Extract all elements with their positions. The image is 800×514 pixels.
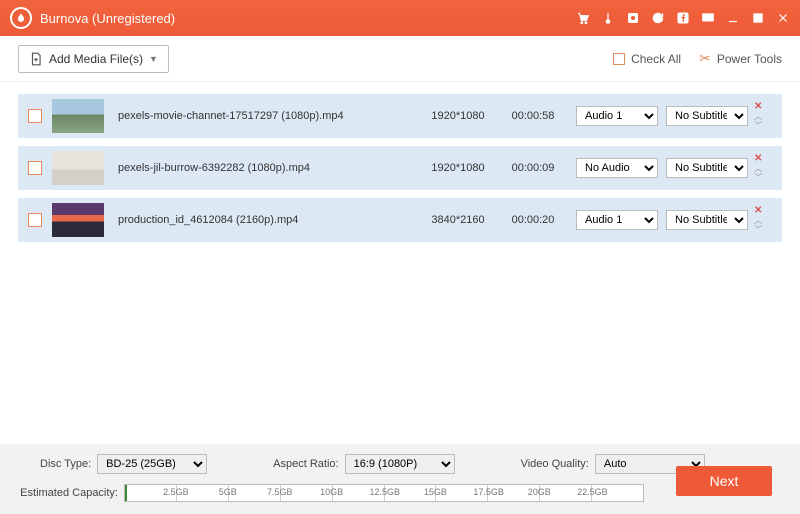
- duration: 00:00:58: [498, 110, 568, 122]
- audio-select[interactable]: Audio 1: [576, 106, 658, 126]
- remove-icon[interactable]: ✕: [754, 154, 762, 164]
- disc-type-label: Disc Type:: [40, 458, 91, 470]
- close-icon[interactable]: [775, 11, 790, 26]
- chevron-down-icon: ▼: [149, 54, 158, 64]
- tools-icon: ✂: [699, 50, 711, 67]
- capacity-tick: 2.5GB: [125, 485, 177, 501]
- audio-select[interactable]: Audio 1: [576, 210, 658, 230]
- capacity-tick: 7.5GB: [229, 485, 281, 501]
- filename: pexels-jil-burrow-6392282 (1080p).mp4: [118, 162, 418, 174]
- duration: 00:00:09: [498, 162, 568, 174]
- subtitle-select[interactable]: No Subtitle: [666, 158, 748, 178]
- duration: 00:00:20: [498, 214, 568, 226]
- capacity-tick: 20GB: [488, 485, 540, 501]
- item-checkbox[interactable]: [28, 161, 42, 175]
- thumbnail: [52, 203, 104, 237]
- item-checkbox[interactable]: [28, 213, 42, 227]
- resolution: 1920*1080: [418, 110, 498, 122]
- resolution: 1920*1080: [418, 162, 498, 174]
- app-logo: [10, 7, 32, 29]
- power-tools-button[interactable]: ✂ Power Tools: [699, 50, 782, 67]
- facebook-icon[interactable]: [675, 11, 690, 26]
- thumbnail: [52, 151, 104, 185]
- thermometer-icon[interactable]: [600, 11, 615, 26]
- maximize-icon[interactable]: [750, 11, 765, 26]
- move-down-icon[interactable]: ﹀: [754, 174, 762, 182]
- capacity-tick: 22.5GB: [540, 485, 592, 501]
- move-down-icon[interactable]: ﹀: [754, 122, 762, 130]
- filename: production_id_4612084 (2160p).mp4: [118, 214, 418, 226]
- remove-icon[interactable]: ✕: [754, 206, 762, 216]
- capacity-tick: 15GB: [385, 485, 437, 501]
- capacity-label: Estimated Capacity:: [18, 487, 118, 499]
- disc-icon[interactable]: [625, 11, 640, 26]
- move-up-icon[interactable]: ︿: [754, 165, 762, 173]
- filename: pexels-movie-channet-17517297 (1080p).mp…: [118, 110, 418, 122]
- capacity-tick: [592, 485, 643, 501]
- media-list: pexels-movie-channet-17517297 (1080p).mp…: [0, 82, 800, 254]
- window-title: Burnova (Unregistered): [40, 11, 175, 26]
- thumbnail: [52, 99, 104, 133]
- add-media-button[interactable]: Add Media File(s) ▼: [18, 45, 169, 73]
- audio-select[interactable]: No Audio: [576, 158, 658, 178]
- item-checkbox[interactable]: [28, 109, 42, 123]
- aspect-ratio-label: Aspect Ratio:: [273, 458, 338, 470]
- bottom-panel: Disc Type: BD-25 (25GB) Aspect Ratio: 16…: [0, 444, 800, 514]
- remove-icon[interactable]: ✕: [754, 102, 762, 112]
- capacity-tick: 17.5GB: [436, 485, 488, 501]
- checkbox-icon: [613, 53, 625, 65]
- move-up-icon[interactable]: ︿: [754, 113, 762, 121]
- add-media-label: Add Media File(s): [49, 52, 143, 66]
- next-button[interactable]: Next: [676, 466, 772, 496]
- resolution: 3840*2160: [418, 214, 498, 226]
- media-item[interactable]: pexels-movie-channet-17517297 (1080p).mp…: [18, 94, 782, 138]
- menu-icon[interactable]: [700, 11, 715, 26]
- title-bar: Burnova (Unregistered): [0, 0, 800, 36]
- capacity-tick: 12.5GB: [333, 485, 385, 501]
- toolbar: Add Media File(s) ▼ Check All ✂ Power To…: [0, 36, 800, 82]
- media-item[interactable]: production_id_4612084 (2160p).mp43840*21…: [18, 198, 782, 242]
- capacity-bar: 2.5GB5GB7.5GB10GB12.5GB15GB17.5GB20GB22.…: [124, 484, 644, 502]
- disc-type-select[interactable]: BD-25 (25GB): [97, 454, 207, 474]
- power-tools-label: Power Tools: [717, 52, 782, 66]
- check-all-label: Check All: [631, 52, 681, 66]
- subtitle-select[interactable]: No Subtitle: [666, 106, 748, 126]
- minimize-icon[interactable]: [725, 11, 740, 26]
- capacity-tick: 10GB: [281, 485, 333, 501]
- subtitle-select[interactable]: No Subtitle: [666, 210, 748, 230]
- move-down-icon[interactable]: ﹀: [754, 226, 762, 234]
- cart-icon[interactable]: [575, 11, 590, 26]
- capacity-tick: 5GB: [177, 485, 229, 501]
- aspect-ratio-select[interactable]: 16:9 (1080P): [345, 454, 455, 474]
- video-quality-label: Video Quality:: [521, 458, 589, 470]
- media-item[interactable]: pexels-jil-burrow-6392282 (1080p).mp4192…: [18, 146, 782, 190]
- check-all-toggle[interactable]: Check All: [613, 52, 681, 66]
- move-up-icon[interactable]: ︿: [754, 217, 762, 225]
- refresh-icon[interactable]: [650, 11, 665, 26]
- add-file-icon: [29, 52, 43, 66]
